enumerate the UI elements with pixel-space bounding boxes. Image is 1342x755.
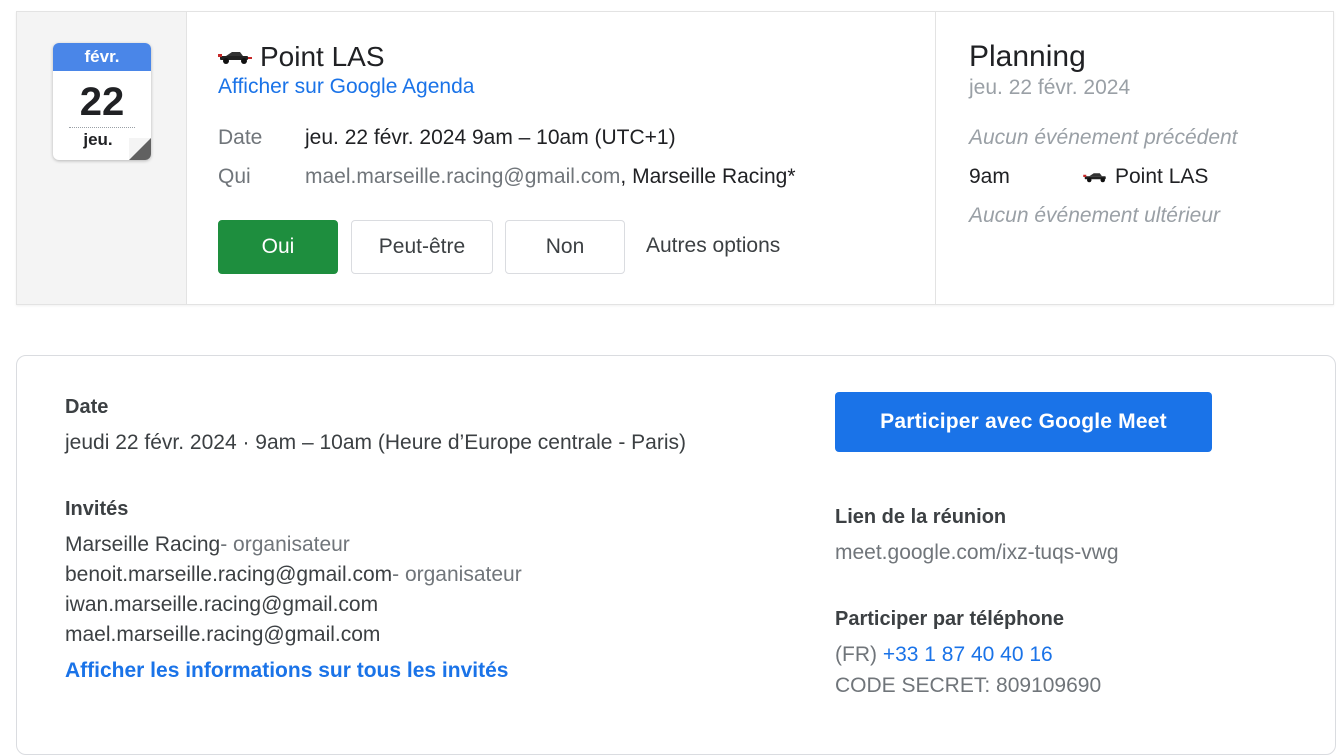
rsvp-maybe-button[interactable]: Peut-être: [351, 220, 493, 274]
agenda-panel: Planning jeu. 22 févr. 2024 Aucun événem…: [935, 12, 1334, 304]
guest-item: iwan.marseille.racing@gmail.com: [65, 593, 378, 617]
phone-number-link[interactable]: +33 1 87 40 40 16: [883, 643, 1053, 666]
invite-card: févr. 22 jeu. Point LAS Afficher sur Goo…: [16, 11, 1334, 305]
race-car-icon: [1083, 173, 1106, 183]
view-in-calendar-link[interactable]: Afficher sur Google Agenda: [218, 75, 474, 99]
page-fold: [129, 138, 151, 160]
guest-role: - organisateur: [220, 533, 350, 556]
agenda-event-title: Point LAS: [1115, 165, 1209, 188]
phone-country: (FR): [835, 643, 883, 666]
guest-item: mael.marseille.racing@gmail.com: [65, 623, 380, 647]
calendar-day: 22: [79, 80, 125, 124]
details-date-heading: Date: [65, 396, 109, 418]
event-summary: Point LAS Afficher sur Google Agenda Dat…: [218, 12, 934, 304]
rsvp-yes-button[interactable]: Oui: [218, 220, 338, 274]
date-value: jeu. 22 févr. 2024 9am – 10am (UTC+1): [305, 126, 676, 149]
calendar-divider: [69, 127, 135, 128]
guest-role: - organisateur: [392, 563, 522, 586]
calendar-date-icon: févr. 22 jeu.: [53, 43, 151, 160]
guest-name: mael.marseille.racing@gmail.com: [65, 623, 381, 646]
meeting-link-heading: Lien de la réunion: [835, 506, 1007, 528]
guests-heading: Invités: [65, 498, 129, 520]
agenda-event: Point LAS: [1083, 165, 1208, 189]
calendar-month: févr.: [53, 43, 151, 71]
rsvp-no-button[interactable]: Non: [505, 220, 625, 274]
guest-item: Marseille Racing- organisateur: [65, 533, 350, 557]
phone-pin: CODE SECRET: 809109690: [835, 674, 1102, 697]
agenda-date: jeu. 22 févr. 2024: [969, 76, 1131, 99]
guest-item: benoit.marseille.racing@gmail.com- organ…: [65, 563, 522, 587]
more-options-button[interactable]: Autres options: [646, 220, 796, 274]
all-guests-info-link[interactable]: Afficher les informations sur tous les i…: [65, 659, 508, 683]
who-guest: mael.marseille.racing@gmail.com: [305, 165, 621, 188]
event-title: Point LAS: [218, 40, 385, 74]
event-title-text: Point LAS: [260, 41, 385, 72]
who-label: Qui: [218, 165, 251, 188]
details-date-text: jeudi 22 févr. 2024 · 9am – 10am (Heure …: [65, 431, 686, 454]
phone-heading: Participer par téléphone: [835, 608, 1064, 630]
agenda-previous-empty: Aucun événement précédent: [969, 126, 1238, 149]
guest-name: iwan.marseille.racing@gmail.com: [65, 593, 379, 616]
who-value: mael.marseille.racing@gmail.com, Marseil…: [305, 164, 796, 190]
guest-name: benoit.marseille.racing@gmail.com: [65, 563, 393, 586]
calendar-column: févr. 22 jeu.: [17, 12, 187, 304]
guest-name: Marseille Racing: [65, 533, 221, 556]
meeting-link[interactable]: meet.google.com/ixz-tuqs-vwg: [835, 541, 1119, 565]
agenda-event-time: 9am: [969, 165, 1010, 188]
join-google-meet-button[interactable]: Participer avec Google Meet: [835, 392, 1212, 452]
agenda-next-empty: Aucun événement ultérieur: [969, 204, 1220, 227]
phone-line: (FR) +33 1 87 40 40 16: [835, 643, 1053, 667]
agenda-title: Planning: [969, 40, 1086, 73]
race-car-icon: [218, 52, 252, 64]
event-details-card: Date jeudi 22 févr. 2024 · 9am – 10am (H…: [16, 355, 1336, 755]
who-separator: ,: [620, 165, 633, 188]
date-label: Date: [218, 126, 263, 149]
who-organizer: Marseille Racing*: [632, 165, 796, 188]
